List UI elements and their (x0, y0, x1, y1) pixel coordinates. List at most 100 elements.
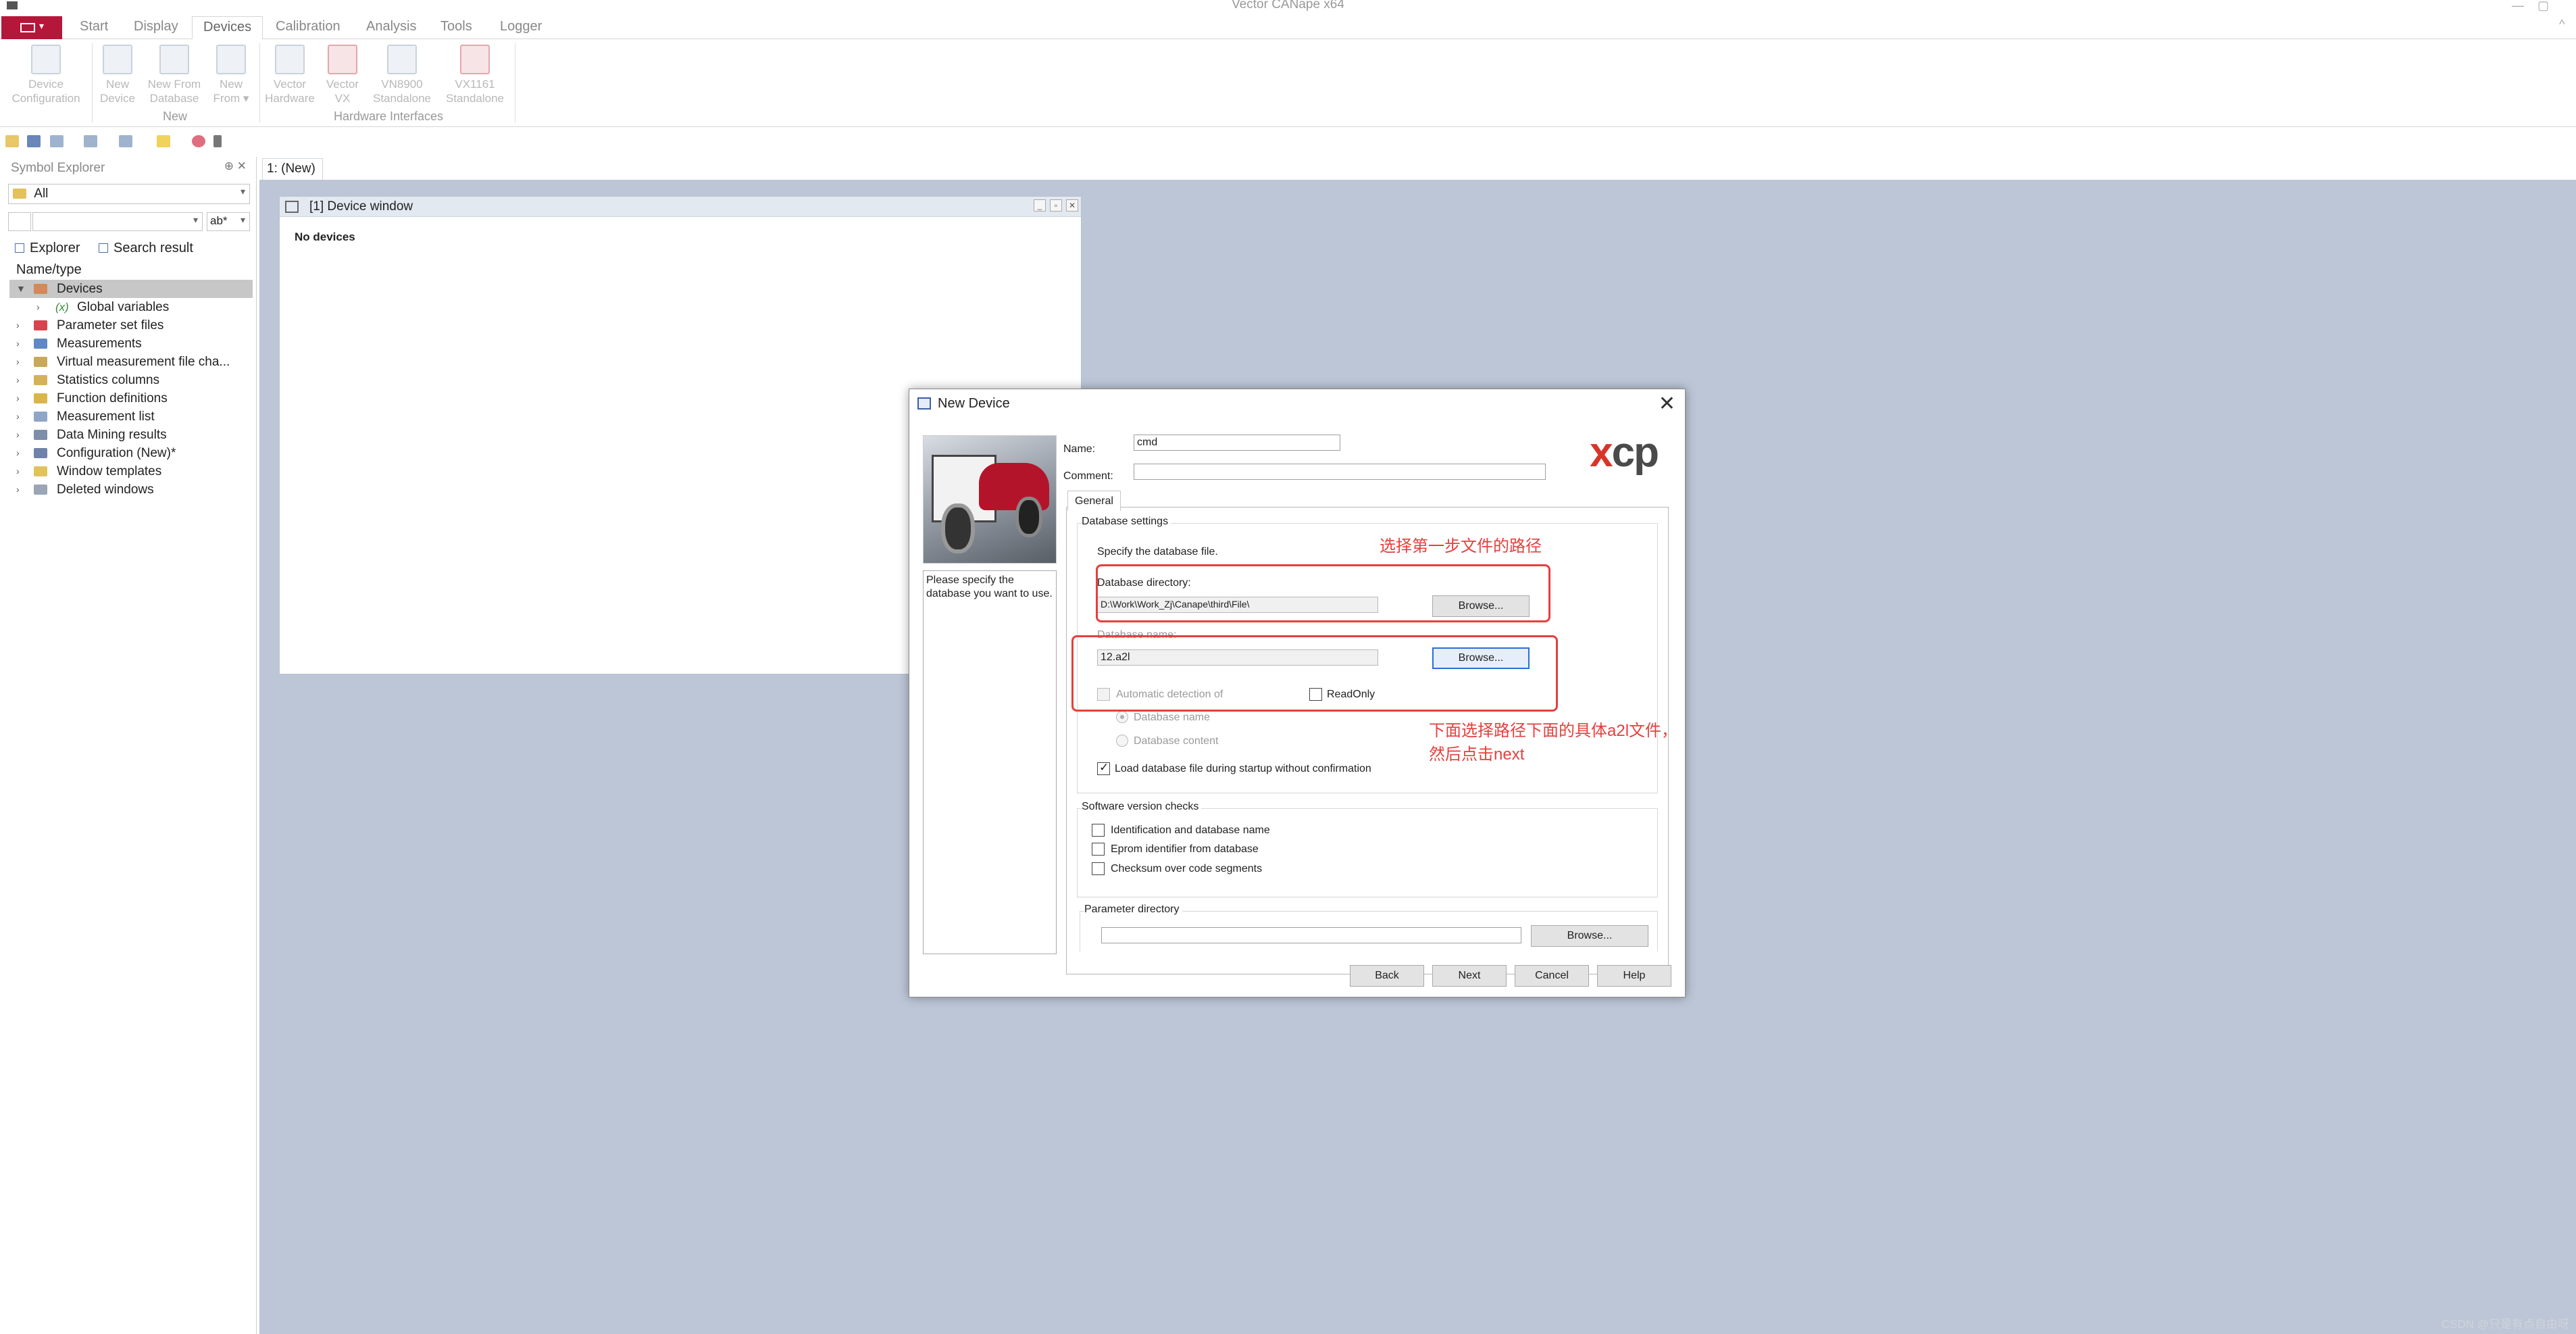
tab-analysis[interactable]: Analysis (366, 19, 416, 34)
chevron-right-icon[interactable]: › (16, 316, 20, 335)
new-from-database-button[interactable]: New From Database (142, 45, 207, 105)
device-icon (917, 397, 931, 410)
folder-icon (13, 189, 26, 199)
device-window-titlebar[interactable]: [1] Device window _ ▫ ✕ (280, 197, 1081, 217)
radio-database-content[interactable] (1116, 735, 1128, 747)
illustration-wheel (941, 503, 975, 553)
tree-node-virtual-measurement[interactable]: › Virtual measurement file cha... (9, 353, 253, 371)
save-icon[interactable] (27, 135, 41, 147)
tree-node-window-templates[interactable]: › Window templates (9, 462, 253, 480)
tab-document[interactable]: 1: (New) (262, 158, 323, 180)
vector-vx-button[interactable]: Vector VX (318, 45, 368, 105)
radio-database-name[interactable] (1116, 711, 1128, 723)
search-mode-select[interactable]: ab* ▾ (207, 212, 250, 231)
chevron-right-icon[interactable]: › (16, 371, 20, 389)
tree-node-deleted-windows[interactable]: › Deleted windows (9, 480, 253, 499)
vx1161-standalone-button[interactable]: VX1161 Standalone (438, 45, 512, 105)
device-configuration-button[interactable]: Device Configuration (4, 45, 88, 105)
devices-icon (34, 284, 47, 294)
tab-start[interactable]: Start (80, 19, 108, 34)
vector-hardware-button[interactable]: Vector Hardware (263, 45, 316, 105)
open-icon[interactable] (5, 135, 19, 147)
copy-icon[interactable] (119, 135, 132, 147)
tab-tools[interactable]: Tools (440, 19, 472, 34)
variable-icon: (x) (55, 301, 69, 314)
tree-node-devices[interactable]: ▼ Devices (9, 280, 253, 298)
tree-node-measurement-list[interactable]: › Measurement list (9, 407, 253, 426)
filter-select[interactable]: All ▾ (8, 184, 250, 204)
chevron-right-icon[interactable]: › (16, 335, 20, 353)
back-button[interactable]: Back (1350, 965, 1424, 987)
group-label-hardware-interfaces: Hardware Interfaces (333, 109, 444, 123)
chevron-right-icon[interactable]: › (16, 389, 20, 407)
comment-label: Comment: (1063, 470, 1113, 482)
help-button[interactable]: Help (1597, 965, 1671, 987)
chevron-down-icon: ▾ (193, 214, 198, 225)
tree-node-function-definitions[interactable]: › Function definitions (9, 389, 253, 407)
identification-checkbox[interactable] (1092, 824, 1105, 837)
chevron-right-icon[interactable]: › (36, 298, 40, 316)
tree-node-global-variables[interactable]: › (x) Global variables (9, 298, 253, 316)
lightning-icon[interactable] (157, 135, 170, 147)
close-icon[interactable]: ✕ (1659, 392, 1675, 416)
tree-node-measurements[interactable]: › Measurements (9, 335, 253, 353)
tab-search-result[interactable]: Search result (99, 241, 193, 255)
cancel-button[interactable]: Cancel (1515, 965, 1589, 987)
comment-field[interactable] (1134, 464, 1546, 480)
chevron-right-icon[interactable]: › (16, 444, 20, 462)
symbol-explorer-title: Symbol Explorer (11, 161, 105, 175)
search-input[interactable]: ▾ (32, 212, 203, 231)
new-device-button[interactable]: New Device (95, 45, 141, 105)
close-icon[interactable]: ✕ (1066, 199, 1078, 212)
tab-general[interactable]: General (1067, 491, 1121, 511)
software-version-checks-title: Software version checks (1082, 801, 1202, 813)
customize-icon[interactable] (213, 135, 222, 147)
tree-node-parameter-set-files[interactable]: › Parameter set files (9, 316, 253, 335)
pane-controls[interactable]: ⊕ ✕ (224, 159, 247, 173)
new-device-icon (103, 45, 132, 74)
explorer-subtabs: Explorer Search result (15, 241, 208, 256)
parameter-directory-field[interactable] (1101, 927, 1521, 943)
load-on-startup-checkbox[interactable] (1097, 761, 1110, 775)
redo-icon[interactable] (84, 135, 97, 147)
tab-logger[interactable]: Logger (500, 19, 542, 34)
chevron-right-icon[interactable]: › (16, 480, 20, 499)
name-label: Name: (1063, 443, 1096, 455)
search-settings-icon[interactable] (8, 212, 31, 231)
vn8900-standalone-button[interactable]: VN8900 Standalone (368, 45, 436, 105)
parameter-directory-title: Parameter directory (1084, 904, 1182, 916)
next-button[interactable]: Next (1432, 965, 1507, 987)
record-icon[interactable] (192, 135, 205, 147)
restore-icon[interactable]: ▫ (1050, 199, 1062, 212)
specify-text: Specify the database file. (1097, 546, 1218, 558)
chevron-down-icon: ▾ (39, 20, 45, 31)
chevron-right-icon[interactable]: › (16, 426, 20, 444)
tree-node-statistics-columns[interactable]: › Statistics columns (9, 371, 253, 389)
database-settings-title: Database settings (1082, 516, 1171, 528)
tree-node-data-mining-results[interactable]: › Data Mining results (9, 426, 253, 444)
chevron-down-icon: ▾ (240, 214, 245, 225)
browse-parameter-button[interactable]: Browse... (1531, 925, 1648, 947)
name-field[interactable]: cmd (1134, 435, 1340, 451)
minimize-button[interactable]: — (2512, 0, 2524, 13)
tree-node-configuration[interactable]: › Configuration (New)* (9, 444, 253, 462)
quick-access-toolbar (0, 131, 2576, 151)
device-configuration-icon (31, 45, 61, 74)
eprom-checkbox[interactable] (1092, 843, 1105, 856)
chevron-right-icon[interactable]: › (16, 407, 20, 426)
tab-calibration[interactable]: Calibration (276, 19, 340, 34)
tab-devices[interactable]: Devices (192, 16, 263, 40)
group-label-new: New (162, 109, 187, 123)
minimize-icon[interactable]: _ (1034, 199, 1046, 212)
tab-display[interactable]: Display (134, 19, 178, 34)
undo-icon[interactable] (50, 135, 64, 147)
tab-explorer[interactable]: Explorer (15, 241, 80, 255)
file-menu-button[interactable]: ▾ (1, 16, 62, 39)
chevron-right-icon[interactable]: › (16, 462, 20, 480)
new-from-button[interactable]: New From ▾ (207, 45, 255, 105)
device-illustration (923, 435, 1057, 564)
chevron-down-icon[interactable]: ▼ (16, 280, 26, 298)
maximize-button[interactable]: ▢ (2537, 0, 2549, 13)
chevron-right-icon[interactable]: › (16, 353, 20, 371)
checksum-checkbox[interactable] (1092, 862, 1105, 875)
